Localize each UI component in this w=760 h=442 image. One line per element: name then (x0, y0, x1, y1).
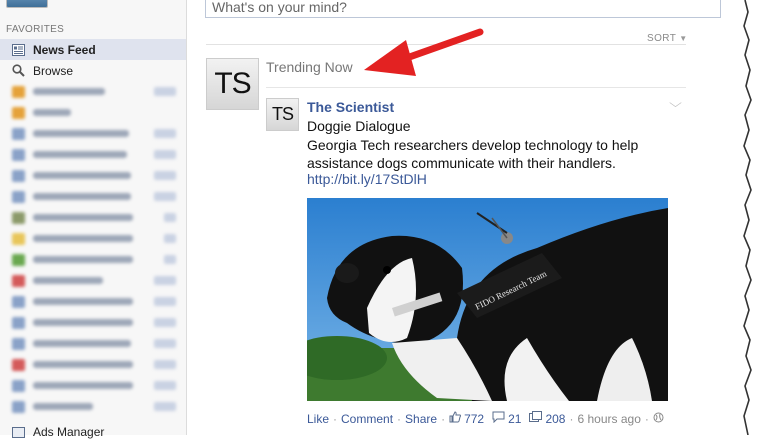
group-icon (12, 127, 25, 140)
chevron-down-icon[interactable]: ⌵ (669, 96, 682, 111)
group-icon (12, 211, 25, 224)
shares-count-value: 208 (545, 411, 566, 426)
post-author-link[interactable]: The Scientist (307, 99, 394, 115)
composer-placeholder: What's on your mind? (212, 0, 347, 15)
like-link[interactable]: Like (307, 412, 329, 426)
sidebar-item-blurred[interactable] (0, 207, 186, 228)
group-icon (12, 400, 25, 413)
sidebar-item-blurred[interactable] (0, 249, 186, 270)
sidebar-item-blurred[interactable] (0, 312, 186, 333)
sidebar-item-blurred[interactable] (0, 354, 186, 375)
sidebar-item-label: Browse (33, 63, 74, 78)
shares-count[interactable]: 208 (529, 411, 565, 426)
separator: · (441, 411, 446, 426)
sidebar-item-ads-manager[interactable]: Ads Manager (0, 421, 104, 442)
group-icon (12, 358, 25, 371)
group-icon (12, 274, 25, 287)
post-title: Doggie Dialogue (307, 118, 411, 134)
sidebar-item-label: News Feed (33, 42, 96, 57)
sidebar-item-blurred[interactable] (0, 186, 186, 207)
comment-link[interactable]: Comment (341, 412, 393, 426)
search-icon (11, 64, 25, 78)
post-link[interactable]: http://bit.ly/17StDlH (307, 171, 427, 187)
post-actions-bar: Like · Comment · Share · 772 21 208 · 6 … (307, 411, 664, 426)
left-sidebar: FAVORITES News Feed Browse Ads Manager (0, 0, 187, 439)
avatar[interactable] (6, 0, 48, 8)
post-photo[interactable]: FIDO Research Team (307, 198, 668, 401)
sidebar-item-blurred[interactable] (0, 270, 186, 291)
likes-count[interactable]: 772 (449, 411, 484, 426)
group-icon (12, 169, 25, 182)
sort-button[interactable]: SORT ▼ (647, 33, 688, 44)
separator: · (397, 411, 402, 426)
sidebar-item-blurred[interactable] (0, 396, 186, 417)
sidebar-item-blurred[interactable] (0, 165, 186, 186)
sidebar-item-blurred[interactable] (0, 144, 186, 165)
separator: · (644, 411, 649, 426)
sidebar-item-label: Ads Manager (33, 424, 105, 439)
separator: · (333, 411, 338, 426)
group-icon (12, 379, 25, 392)
sidebar-item-blurred[interactable] (0, 228, 186, 249)
torn-edge (743, 0, 760, 435)
group-icon (12, 295, 25, 308)
sidebar-item-browse[interactable]: Browse (0, 60, 186, 81)
sidebar-item-news-feed[interactable]: News Feed (0, 39, 186, 60)
group-icon (12, 85, 25, 98)
favorites-header: FAVORITES (6, 24, 65, 35)
group-icon (12, 316, 25, 329)
likes-count-value: 772 (464, 411, 485, 426)
separator: · (569, 411, 574, 426)
sidebar-item-blurred[interactable] (0, 333, 186, 354)
globe-icon[interactable] (653, 412, 664, 426)
comment-bubble-icon (492, 411, 505, 426)
sort-label: SORT (647, 33, 677, 44)
trending-now-heading: Trending Now (266, 59, 353, 75)
sidebar-item-blurred[interactable] (0, 102, 186, 123)
divider (266, 87, 686, 88)
group-icon (12, 232, 25, 245)
page-logo[interactable]: TS (206, 58, 259, 110)
comments-count[interactable]: 21 (492, 411, 521, 426)
news-feed-icon (11, 43, 25, 57)
sidebar-item-blurred[interactable] (0, 375, 186, 396)
status-composer-input[interactable]: What's on your mind? (205, 0, 721, 18)
post-author-avatar[interactable]: TS (266, 98, 299, 131)
thumbs-up-icon (449, 411, 462, 426)
group-icon (12, 337, 25, 350)
post-body: Georgia Tech researchers develop technol… (307, 137, 639, 171)
red-arrow-annotation (364, 28, 484, 76)
sidebar-item-blurred[interactable] (0, 123, 186, 144)
post-timestamp[interactable]: 6 hours ago (577, 412, 640, 426)
caret-down-icon: ▼ (679, 34, 688, 43)
comments-count-value: 21 (508, 411, 522, 426)
group-icon (12, 253, 25, 266)
sidebar-item-blurred[interactable] (0, 81, 186, 102)
ads-manager-icon (11, 425, 25, 439)
group-icon (12, 190, 25, 203)
group-icon (12, 148, 25, 161)
group-icon (12, 106, 25, 119)
sidebar-item-blurred[interactable] (0, 291, 186, 312)
share-link[interactable]: Share (405, 412, 437, 426)
share-icon (529, 411, 543, 426)
